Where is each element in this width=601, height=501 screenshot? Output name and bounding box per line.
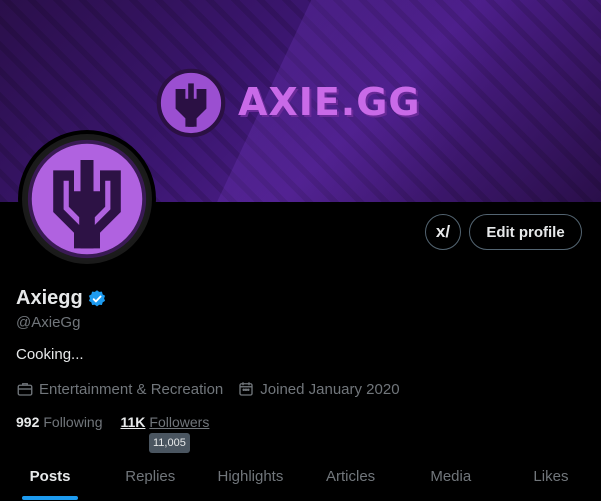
avatar[interactable]: [18, 130, 156, 268]
banner-title: AXIE.GG: [238, 80, 421, 124]
followers-link[interactable]: 11K Followers: [121, 414, 210, 430]
tab-posts[interactable]: Posts: [0, 452, 100, 501]
calendar-icon: [239, 382, 253, 396]
briefcase-icon: [17, 383, 33, 396]
following-count: 992: [16, 414, 40, 430]
profile-join-date: Joined January 2020: [237, 380, 400, 398]
follow-stats: 992 Following 11K Followers: [16, 414, 227, 430]
grok-icon: x/: [435, 222, 451, 241]
tab-replies[interactable]: Replies: [100, 452, 200, 501]
axie-gg-avatar-icon: [24, 136, 150, 262]
tab-highlights[interactable]: Highlights: [200, 452, 300, 501]
tab-likes[interactable]: Likes: [501, 452, 601, 501]
tab-media[interactable]: Media: [401, 452, 501, 501]
profile-tabs: Posts Replies Highlights Articles Media …: [0, 452, 601, 501]
join-date-label: Joined January 2020: [260, 380, 400, 398]
avatar-image: [22, 134, 152, 264]
axie-gg-logo-icon: [156, 68, 226, 138]
followers-tooltip: 11,005: [149, 433, 190, 453]
name-row: Axiegg: [16, 287, 107, 310]
profile-meta: Entertainment & Recreation Joined Januar…: [16, 380, 414, 398]
user-handle: @AxieGg: [16, 314, 81, 331]
category-label: Entertainment & Recreation: [39, 380, 224, 398]
followers-count: 11K: [120, 414, 146, 430]
followers-label: Followers: [149, 414, 210, 430]
grok-button[interactable]: x/: [425, 214, 461, 250]
following-link[interactable]: 992 Following: [16, 414, 103, 430]
tab-articles[interactable]: Articles: [301, 452, 401, 501]
verified-badge-icon[interactable]: [87, 289, 107, 309]
display-name: Axiegg: [16, 287, 83, 309]
profile-bio: Cooking...: [16, 346, 84, 363]
following-label: Following: [43, 414, 103, 430]
edit-profile-button[interactable]: Edit profile: [469, 214, 582, 250]
profile-category: Entertainment & Recreation: [16, 380, 223, 398]
